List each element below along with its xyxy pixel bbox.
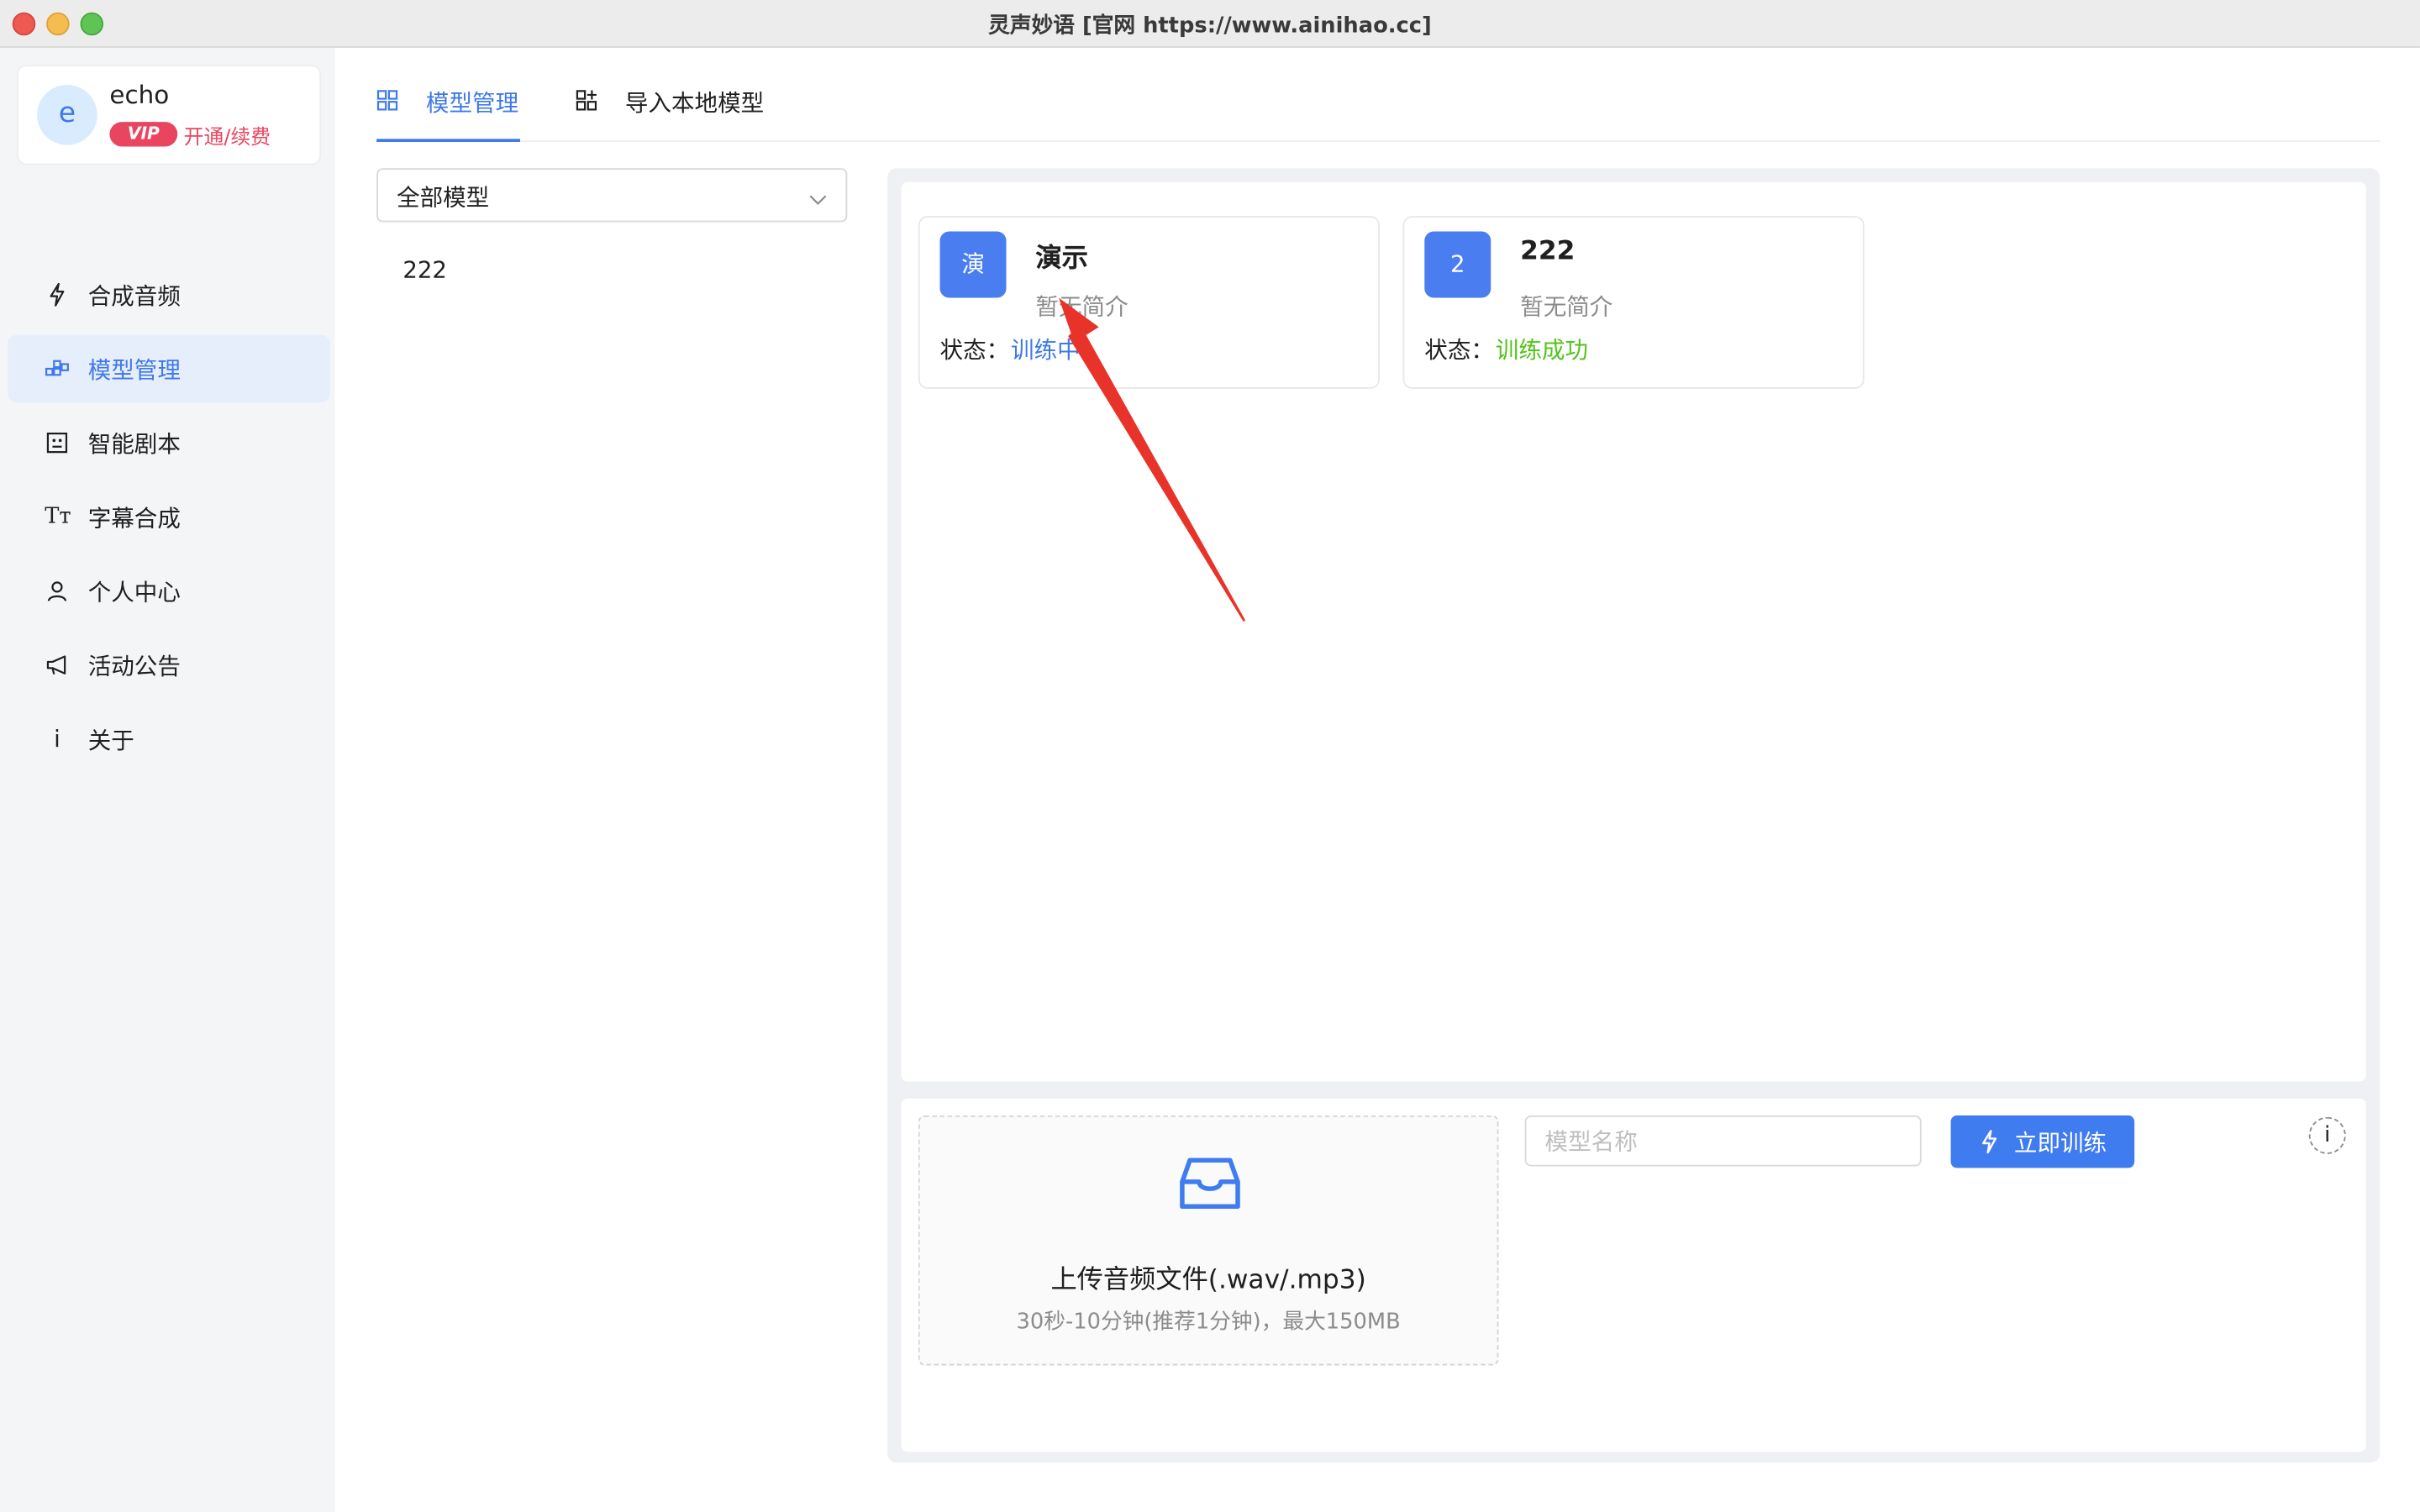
sidebar-nav: 合成音频 模型管理 智能剧本 Tт 字幕合成 个人中心 活动公告 i 关于 [8,260,331,779]
model-description: 暂无简介 [1520,292,1613,322]
sidebar-item-smart-script[interactable]: 智能剧本 [8,409,330,477]
sidebar-item-label: 模型管理 [87,356,181,385]
tab-bar: 模型管理 导入本地模型 [376,68,2381,142]
window-title: 灵声妙语 [官网 https://www.ainihao.cc] [988,13,1432,39]
sidebar-item-synthesize-audio[interactable]: 合成音频 [8,260,330,328]
user-name: echo [109,80,170,110]
model-status-success: 训练成功 [1495,336,1588,365]
vip-badge: VIP [109,122,178,147]
lightning-icon [45,282,69,307]
title-bar: 灵声妙语 [官网 https://www.ainihao.cc] [0,0,2420,48]
sidebar-item-subtitle-synthesis[interactable]: Tт 字幕合成 [8,483,330,551]
sidebar-item-label: 合成音频 [87,282,181,311]
chevron-down-icon [808,185,827,206]
model-description: 暂无简介 [1035,292,1128,322]
model-status-training: 训练中 [1011,336,1081,365]
model-filter-select[interactable]: 全部模型 [376,168,848,223]
avatar[interactable]: e [37,85,97,145]
train-button-label: 立即训练 [2013,1129,2107,1158]
train-now-button[interactable]: 立即训练 [1950,1115,2135,1168]
model-filter-value: 全部模型 [397,183,490,212]
sidebar-item-model-management[interactable]: 模型管理 [8,334,331,403]
tab-label: 导入本地模型 [624,89,765,118]
info-icon: i [54,725,60,753]
user-icon [45,579,69,603]
model-name: 演示 [1035,244,1088,275]
sidebar-item-label: 字幕合成 [87,504,181,533]
lightning-icon [1979,1129,2001,1154]
sidebar-item-label: 活动公告 [87,652,181,680]
sidebar-item-label: 个人中心 [87,578,181,606]
grid-icon [376,90,398,112]
model-card[interactable]: 2 222 暂无简介 状态： 训练成功 [1402,216,1865,389]
text-size-icon: Tт [45,504,71,529]
blocks-icon [45,356,69,381]
sidebar-item-personal-center[interactable]: 个人中心 [8,557,330,625]
model-name: 222 [1520,236,1576,267]
vip-renew-link[interactable]: 开通/续费 [184,120,271,150]
model-avatar: 演 [939,231,1007,298]
model-status-label: 状态： [1424,336,1494,365]
info-button[interactable]: i [2308,1116,2346,1154]
upload-title: 上传音频文件(.wav/.mp3) [1050,1265,1366,1296]
script-icon [45,430,69,454]
tab-label: 模型管理 [425,89,519,118]
sidebar-item-label: 关于 [87,727,134,755]
model-status-label: 状态： [939,336,1010,365]
audio-upload-dropzone[interactable]: 上传音频文件(.wav/.mp3) 30秒-10分钟(推荐1分钟)，最大150M… [918,1115,1499,1366]
user-card[interactable]: e echo VIP 开通/续费 [17,65,322,165]
inbox-icon [1177,1151,1242,1215]
tab-model-management[interactable]: 模型管理 [376,68,520,142]
model-list-item[interactable]: 222 [402,256,447,284]
upload-hint: 30秒-10分钟(推荐1分钟)，最大150MB [1016,1310,1401,1335]
megaphone-icon [45,653,69,677]
model-card[interactable]: 演 演示 暂无简介 状态： 训练中 [918,216,1381,389]
sidebar: e echo VIP 开通/续费 合成音频 模型管理 智能剧本 Tт 字幕合成 … [0,47,335,1512]
sidebar-item-label: 智能剧本 [87,430,181,459]
grid-plus-icon [576,90,597,112]
app-window: 灵声妙语 [官网 https://www.ainihao.cc] e echo … [0,0,2420,1512]
model-avatar: 2 [1424,231,1491,298]
model-name-input[interactable] [1524,1115,1922,1167]
tab-import-local-model[interactable]: 导入本地模型 [576,68,776,139]
sidebar-item-announcements[interactable]: 活动公告 [8,631,330,699]
sidebar-item-about[interactable]: i 关于 [8,705,330,773]
